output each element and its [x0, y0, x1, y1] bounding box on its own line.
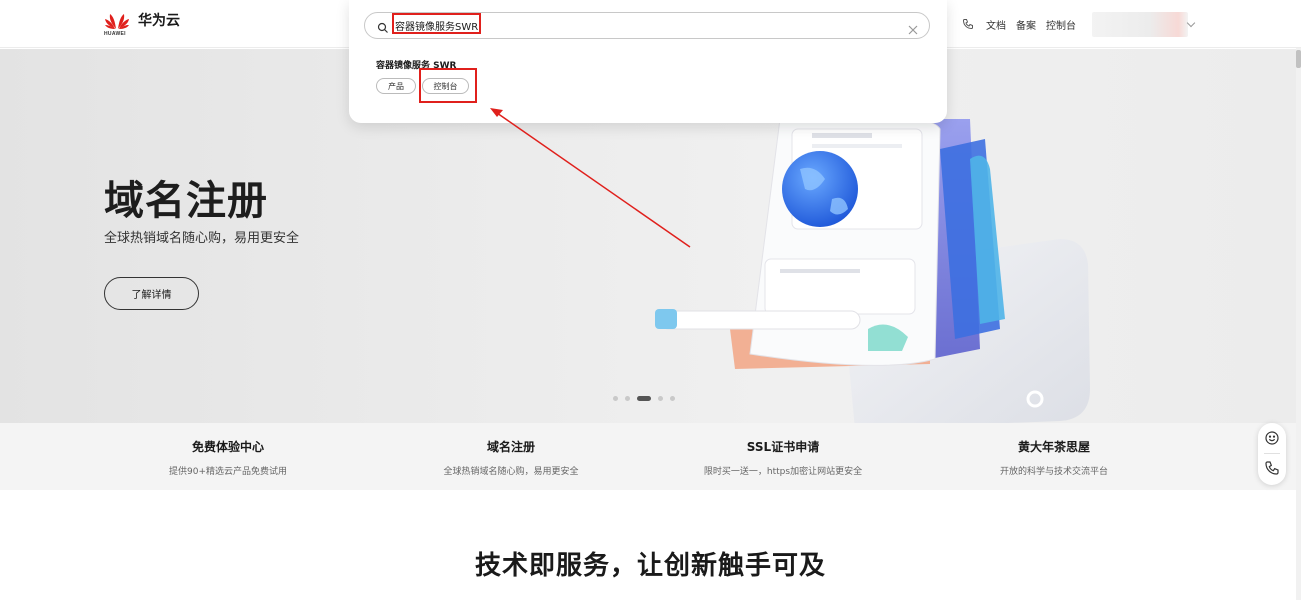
- carousel-dot[interactable]: [625, 396, 630, 401]
- console-tag-button[interactable]: 控制台: [422, 78, 469, 94]
- hero-title: 域名注册: [104, 178, 268, 224]
- floating-toolbar: [1258, 423, 1286, 485]
- feature-desc: 全球热销域名随心购，易用更安全: [443, 467, 579, 477]
- brand-name: 华为云: [138, 13, 180, 29]
- huawei-cloud-logo[interactable]: HUAWEI 华为云: [104, 10, 180, 37]
- search-dropdown: 容器镜像服务 SWR 产品 控制台: [349, 0, 947, 123]
- feature-item[interactable]: 黄大年茶思屋 开放的科学与技术交流平台: [924, 438, 1184, 477]
- learn-more-button[interactable]: 了解详情: [104, 277, 199, 310]
- scrollbar-thumb[interactable]: [1296, 50, 1301, 68]
- huawei-petal-icon: HUAWEI: [104, 10, 130, 37]
- feature-title: SSL证书申请: [746, 440, 820, 454]
- huawei-wordmark: HUAWEI: [104, 31, 126, 37]
- user-account-menu[interactable]: [1092, 12, 1188, 37]
- product-tag-button[interactable]: 产品: [376, 78, 416, 94]
- carousel-dot[interactable]: [658, 396, 663, 401]
- nav-link-filing[interactable]: 备案: [1016, 17, 1036, 32]
- chevron-down-icon[interactable]: [1186, 18, 1196, 28]
- carousel-dot-active[interactable]: [637, 396, 651, 401]
- feature-item[interactable]: SSL证书申请 限时买一送一，https加密让网站更安全: [653, 438, 913, 477]
- page-scrollbar[interactable]: [1296, 48, 1301, 600]
- phone-icon[interactable]: [962, 18, 976, 32]
- feature-strip: 免费体验中心 提供90+精选云产品免费试用 域名注册 全球热销域名随心购，易用更…: [0, 423, 1301, 490]
- feature-title: 免费体验中心: [191, 440, 264, 454]
- smile-icon[interactable]: [1264, 430, 1280, 446]
- search-icon: [377, 19, 391, 33]
- close-icon[interactable]: [908, 20, 918, 35]
- hero-subtitle: 全球热销域名随心购，易用更安全: [104, 231, 300, 246]
- feature-item[interactable]: 域名注册 全球热销域名随心购，易用更安全: [381, 438, 641, 477]
- carousel-dot[interactable]: [613, 396, 618, 401]
- nav-link-console[interactable]: 控制台: [1046, 17, 1076, 32]
- search-box[interactable]: [364, 12, 930, 39]
- carousel-dots: [613, 396, 675, 401]
- feature-desc: 提供90+精选云产品免费试用: [169, 467, 287, 477]
- carousel-dot[interactable]: [670, 396, 675, 401]
- nav-link-docs[interactable]: 文档: [986, 17, 1006, 32]
- feature-item[interactable]: 免费体验中心 提供90+精选云产品免费试用: [98, 438, 358, 477]
- search-input[interactable]: [392, 15, 872, 36]
- search-result-title[interactable]: 容器镜像服务 SWR: [376, 58, 456, 71]
- hero-illustration: [655, 115, 1090, 423]
- nav-right: 文档 备案 控制台: [962, 17, 1076, 32]
- phone-icon[interactable]: [1264, 460, 1280, 476]
- feature-desc: 开放的科学与技术交流平台: [999, 467, 1108, 477]
- feature-title: 黄大年茶思屋: [1017, 440, 1090, 454]
- feature-desc: 限时买一送一，https加密让网站更安全: [703, 467, 863, 477]
- divider: [1264, 453, 1280, 454]
- feature-title: 域名注册: [486, 440, 535, 454]
- section-title: 技术即服务，让创新触手可及: [474, 551, 826, 581]
